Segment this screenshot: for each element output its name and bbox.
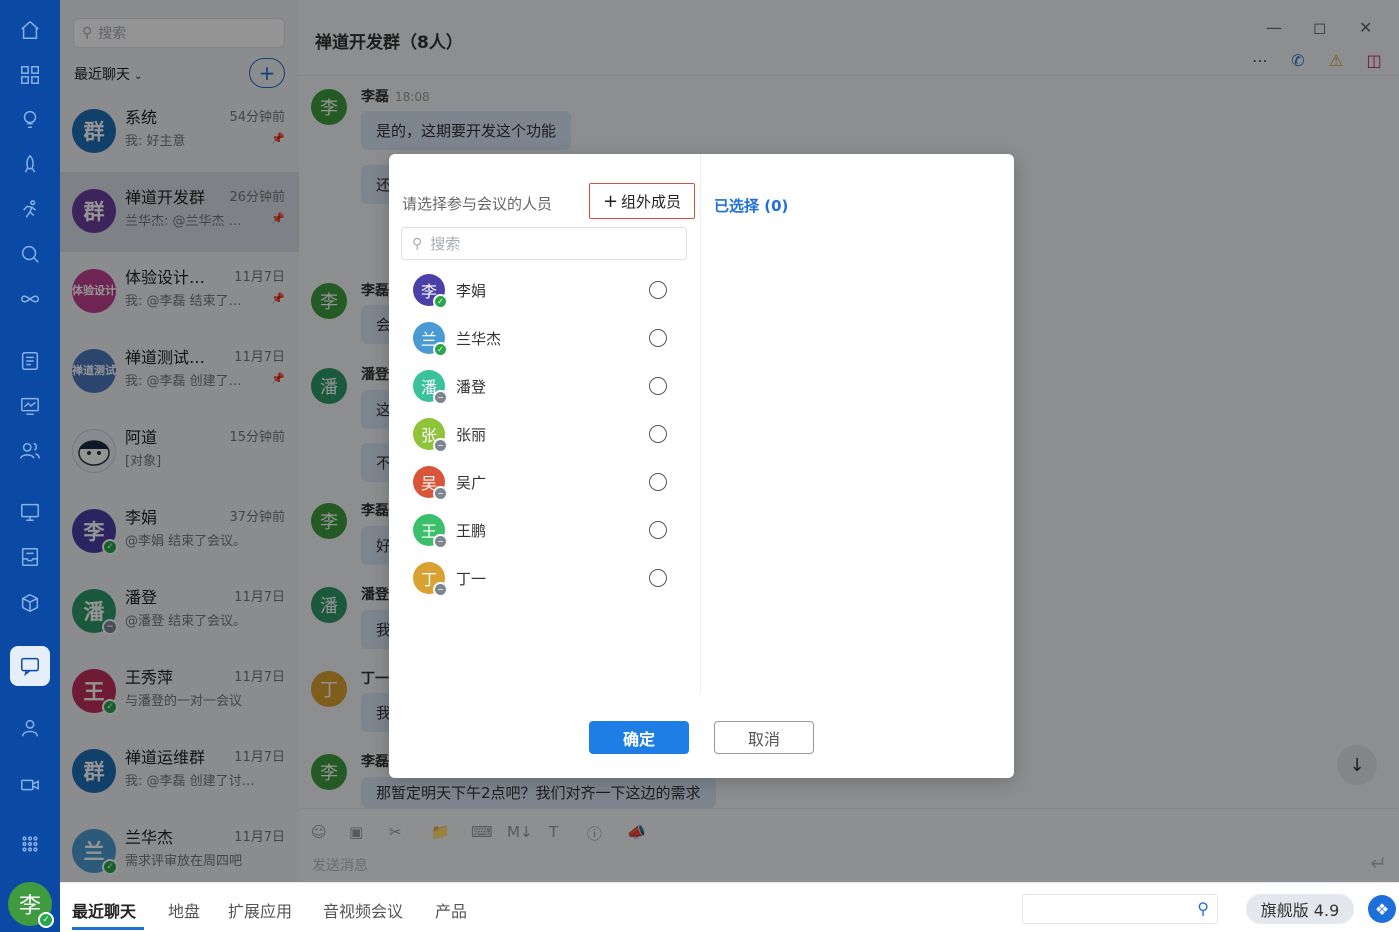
dialog-divider	[700, 154, 701, 694]
member-row[interactable]: 兰 ✓ 兰华杰	[389, 315, 700, 363]
cancel-button[interactable]: 取消	[714, 721, 814, 754]
member-row[interactable]: 王 − 王鹏	[389, 507, 700, 555]
version-badge[interactable]: 旗舰版 4.9	[1246, 894, 1354, 924]
avatar: 丁 −	[413, 562, 448, 597]
member-radio[interactable]	[649, 329, 667, 347]
document-list-icon[interactable]	[16, 347, 44, 375]
avatar: 潘 −	[413, 370, 448, 405]
offline-status-icon: −	[433, 582, 448, 597]
user-icon[interactable]	[16, 714, 44, 742]
member-row[interactable]: 吴 − 吴广	[389, 459, 700, 507]
chat-icon[interactable]	[10, 646, 50, 686]
inbox-icon[interactable]	[16, 543, 44, 571]
avatar: 吴 −	[413, 466, 448, 501]
meeting-participant-dialog: 请选择参与会议的人员 + 组外成员 ⚲ 搜索 已选择 (0) 李 ✓ 李娟 兰 ✓ 兰…	[389, 154, 1014, 778]
member-radio[interactable]	[649, 281, 667, 299]
member-search-input[interactable]: ⚲ 搜索	[401, 227, 687, 260]
online-status-icon: ✓	[433, 342, 448, 357]
member-row[interactable]: 潘 − 潘登	[389, 363, 700, 411]
tab-recent-chats[interactable]: 最近聊天	[72, 898, 136, 922]
avatar: 李 ✓	[413, 274, 448, 309]
participant-prompt-label: 请选择参与会议的人员	[402, 195, 553, 213]
active-tab-indicator	[72, 927, 144, 930]
contacts-group-icon[interactable]	[16, 437, 44, 465]
offline-status-icon: −	[433, 534, 448, 549]
online-status-icon: ✓	[38, 912, 54, 928]
bottom-search-input[interactable]: ⚲	[1022, 894, 1218, 924]
member-row[interactable]: 丁 − 丁一	[389, 555, 700, 603]
tab-product[interactable]: 产品	[435, 898, 467, 922]
tab-av-meeting[interactable]: 音视频会议	[323, 898, 403, 922]
video-camera-icon[interactable]	[16, 771, 44, 799]
member-row[interactable]: 张 − 张丽	[389, 411, 700, 459]
tab-workspace[interactable]: 地盘	[168, 898, 200, 922]
rocket-icon[interactable]	[16, 150, 44, 178]
search-rail-icon[interactable]	[16, 240, 44, 268]
avatar: 张 −	[413, 418, 448, 453]
member-radio[interactable]	[649, 425, 667, 443]
search-icon: ⚲	[1197, 899, 1209, 918]
selected-count-label: 已选择 (0)	[714, 197, 789, 215]
infinity-icon[interactable]	[16, 285, 44, 313]
avatar: 兰 ✓	[413, 322, 448, 357]
monitor-icon[interactable]	[16, 392, 44, 420]
cube-icon[interactable]	[16, 589, 44, 617]
tab-extensions[interactable]: 扩展应用	[228, 898, 292, 922]
bottom-tab-bar: 最近聊天 地盘 扩展应用 音视频会议 产品 ⚲ 旗舰版 4.9 ❖	[60, 882, 1399, 932]
apps-grid-icon[interactable]	[16, 61, 44, 89]
home-icon[interactable]	[16, 16, 44, 44]
offline-status-icon: −	[433, 390, 448, 405]
runner-icon[interactable]	[16, 196, 44, 224]
confirm-button[interactable]: 确定	[589, 721, 689, 754]
offline-status-icon: −	[433, 438, 448, 453]
more-apps-icon[interactable]	[16, 830, 44, 858]
left-rail	[0, 0, 60, 932]
brand-logo-icon[interactable]: ❖	[1368, 895, 1396, 923]
member-radio[interactable]	[649, 377, 667, 395]
member-radio[interactable]	[649, 569, 667, 587]
lightbulb-icon[interactable]	[16, 105, 44, 133]
external-member-button[interactable]: + 组外成员	[589, 183, 695, 219]
online-status-icon: ✓	[433, 294, 448, 309]
avatar: 王 −	[413, 514, 448, 549]
member-radio[interactable]	[649, 521, 667, 539]
qa-screen-icon[interactable]	[16, 498, 44, 526]
plus-icon: +	[602, 190, 619, 212]
offline-status-icon: −	[433, 486, 448, 501]
search-icon: ⚲	[412, 235, 423, 252]
member-radio[interactable]	[649, 473, 667, 491]
current-user-avatar[interactable]: 李 ✓	[8, 882, 54, 928]
member-row[interactable]: 李 ✓ 李娟	[389, 267, 700, 315]
